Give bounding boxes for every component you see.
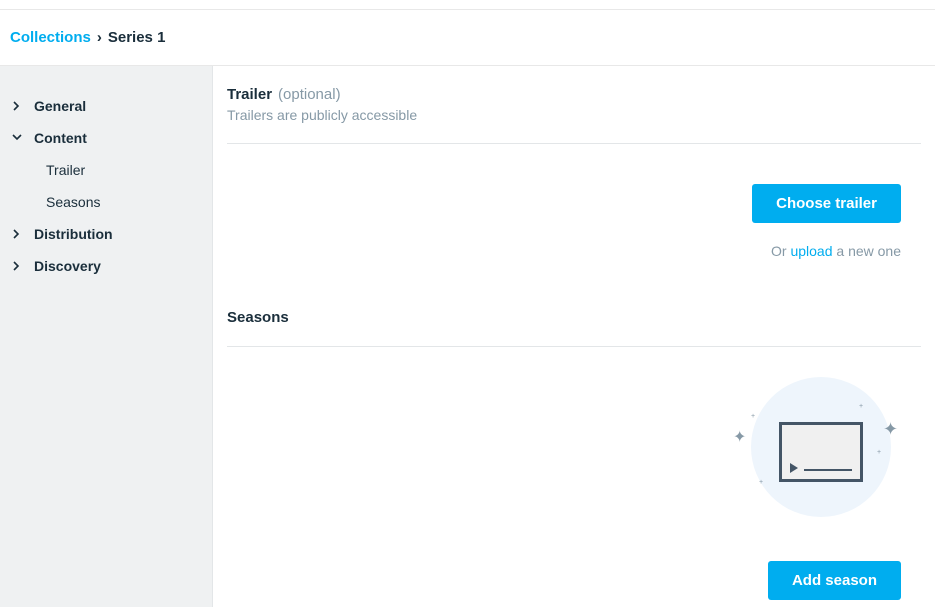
sidebar-item-label: General [34,98,86,114]
sparkle-icon: ✦ [883,419,898,440]
sparkle-icon: + [859,403,863,410]
sidebar-item-discovery[interactable]: Discovery [0,250,212,282]
breadcrumb-current: Series 1 [108,29,166,46]
upload-link[interactable]: upload [790,243,832,259]
trailer-optional-label: (optional) [278,86,341,103]
play-icon [790,463,798,473]
divider [227,143,921,144]
chevron-down-icon [10,134,24,142]
add-season-area: Add season [227,561,921,600]
breadcrumb: Collections › Series 1 [0,10,935,66]
breadcrumb-collections-link[interactable]: Collections [10,29,91,46]
seasons-title: Seasons [227,309,921,326]
chevron-right-icon [10,229,24,239]
trailer-actions: Choose trailer Or upload a new one [227,184,921,259]
divider [227,346,921,347]
upload-alt-text: Or upload a new one [771,243,901,259]
add-season-button[interactable]: Add season [768,561,901,600]
seasons-empty-state: ✦ + + ✦ + + [227,377,921,517]
seasons-section: Seasons ✦ + + ✦ + + Add s [227,309,921,600]
trailer-section-header: Trailer (optional) [227,86,921,103]
trailer-description: Trailers are publicly accessible [227,107,921,123]
sparkle-icon: + [751,413,755,420]
sidebar-item-label: Discovery [34,258,101,274]
sparkle-icon: ✦ [733,427,746,447]
or-text: Or [771,243,790,259]
chevron-right-icon: › [97,29,102,46]
new-one-text: a new one [833,243,902,259]
sidebar-sub-seasons[interactable]: Seasons [0,186,212,218]
top-bar [0,0,935,10]
choose-trailer-button[interactable]: Choose trailer [752,184,901,223]
sidebar-item-distribution[interactable]: Distribution [0,218,212,250]
sidebar-item-content[interactable]: Content [0,122,212,154]
sparkle-icon: + [877,449,881,456]
sidebar-sub-trailer[interactable]: Trailer [0,154,212,186]
sidebar-item-label: Content [34,130,87,146]
main-content: Trailer (optional) Trailers are publicly… [213,66,935,607]
chevron-right-icon [10,261,24,271]
sparkle-icon: + [759,479,763,486]
sidebar: General Content Trailer Seasons Distribu… [0,66,213,607]
sidebar-item-label: Distribution [34,226,113,242]
trailer-title: Trailer [227,86,272,103]
sidebar-item-general[interactable]: General [0,90,212,122]
chevron-right-icon [10,101,24,111]
empty-illustration: ✦ + + ✦ + + [741,377,901,517]
